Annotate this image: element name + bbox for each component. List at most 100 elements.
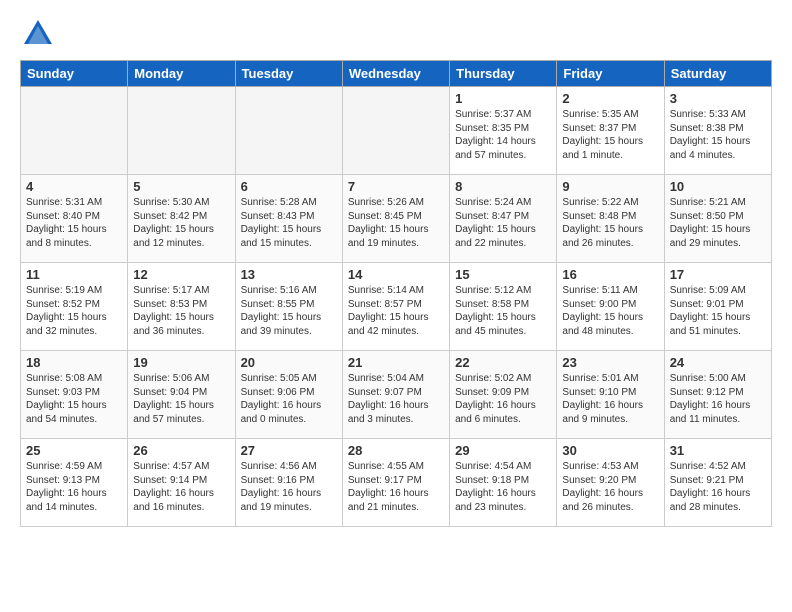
day-cell: 31 Sunrise: 4:52 AM Sunset: 9:21 PM Dayli… — [664, 439, 771, 527]
day-number: 19 — [133, 355, 229, 370]
day-info: Sunrise: 5:00 AM Sunset: 9:12 PM Dayligh… — [670, 372, 766, 426]
day-info: Sunrise: 5:16 AM Sunset: 8:55 PM Dayligh… — [241, 284, 337, 338]
weekday-header-friday: Friday — [557, 61, 664, 87]
logo-icon — [20, 16, 56, 52]
day-number: 14 — [348, 267, 444, 282]
day-cell: 4Sunrise: 5:31 AM Sunset: 8:40 PM Daylig… — [21, 175, 128, 263]
day-number: 6 — [241, 179, 337, 194]
page: SundayMondayTuesdayWednesdayThursdayFrid… — [0, 0, 792, 543]
day-cell: 1Sunrise: 5:37 AM Sunset: 8:35 PM Daylig… — [450, 87, 557, 175]
header-row: SundayMondayTuesdayWednesdayThursdayFrid… — [21, 61, 772, 87]
day-info: Sunrise: 4:57 AM Sunset: 9:14 PM Dayligh… — [133, 460, 229, 514]
day-cell: 15Sunrise: 5:12 AM Sunset: 8:58 PM Dayli… — [450, 263, 557, 351]
day-number: 4 — [26, 179, 122, 194]
day-number: 23 — [562, 355, 658, 370]
day-number: 21 — [348, 355, 444, 370]
day-number: 16 — [562, 267, 658, 282]
day-info: Sunrise: 4:55 AM Sunset: 9:17 PM Dayligh… — [348, 460, 444, 514]
day-number: 9 — [562, 179, 658, 194]
day-cell: 22Sunrise: 5:02 AM Sunset: 9:09 PM Dayli… — [450, 351, 557, 439]
day-number: 24 — [670, 355, 766, 370]
day-info: Sunrise: 5:05 AM Sunset: 9:06 PM Dayligh… — [241, 372, 337, 426]
header — [20, 16, 772, 52]
day-cell: 28 Sunrise: 4:55 AM Sunset: 9:17 PM Dayli… — [342, 439, 449, 527]
weekday-header-tuesday: Tuesday — [235, 61, 342, 87]
day-cell: 29 Sunrise: 4:54 AM Sunset: 9:18 PM Dayli… — [450, 439, 557, 527]
day-info: Sunrise: 5:35 AM Sunset: 8:37 PM Dayligh… — [562, 108, 658, 162]
day-number: 7 — [348, 179, 444, 194]
day-number: 10 — [670, 179, 766, 194]
day-number: 18 — [26, 355, 122, 370]
day-info: Sunrise: 5:09 AM Sunset: 9:01 PM Dayligh… — [670, 284, 766, 338]
weekday-header-saturday: Saturday — [664, 61, 771, 87]
day-cell: 14 Sunrise: 5:14 AM Sunset: 8:57 PM Dayli… — [342, 263, 449, 351]
day-info: Sunrise: 5:08 AM Sunset: 9:03 PM Dayligh… — [26, 372, 122, 426]
day-number: 1 — [455, 91, 551, 106]
day-cell: 23 Sunrise: 5:01 AM Sunset: 9:10 PM Dayli… — [557, 351, 664, 439]
day-cell: 13 Sunrise: 5:16 AM Sunset: 8:55 PM Dayli… — [235, 263, 342, 351]
week-row-4: 18 Sunrise: 5:08 AM Sunset: 9:03 PM Dayli… — [21, 351, 772, 439]
day-info: Sunrise: 5:04 AM Sunset: 9:07 PM Dayligh… — [348, 372, 444, 426]
day-cell: 20 Sunrise: 5:05 AM Sunset: 9:06 PM Dayli… — [235, 351, 342, 439]
day-info: Sunrise: 5:14 AM Sunset: 8:57 PM Dayligh… — [348, 284, 444, 338]
day-info: Sunrise: 5:17 AM Sunset: 8:53 PM Dayligh… — [133, 284, 229, 338]
day-number: 31 — [670, 443, 766, 458]
day-cell: 16Sunrise: 5:11 AM Sunset: 9:00 PM Dayli… — [557, 263, 664, 351]
day-cell: 12 Sunrise: 5:17 AM Sunset: 8:53 PM Dayli… — [128, 263, 235, 351]
week-row-1: 1Sunrise: 5:37 AM Sunset: 8:35 PM Daylig… — [21, 87, 772, 175]
logo — [20, 16, 60, 52]
day-cell — [128, 87, 235, 175]
day-cell: 25Sunrise: 4:59 AM Sunset: 9:13 PM Dayli… — [21, 439, 128, 527]
day-info: Sunrise: 5:26 AM Sunset: 8:45 PM Dayligh… — [348, 196, 444, 250]
day-cell: 10 Sunrise: 5:21 AM Sunset: 8:50 PM Dayli… — [664, 175, 771, 263]
day-info: Sunrise: 5:21 AM Sunset: 8:50 PM Dayligh… — [670, 196, 766, 250]
day-number: 26 — [133, 443, 229, 458]
day-cell — [235, 87, 342, 175]
calendar-table: SundayMondayTuesdayWednesdayThursdayFrid… — [20, 60, 772, 527]
day-info: Sunrise: 5:24 AM Sunset: 8:47 PM Dayligh… — [455, 196, 551, 250]
day-cell: 6 Sunrise: 5:28 AM Sunset: 8:43 PM Daylig… — [235, 175, 342, 263]
day-info: Sunrise: 4:53 AM Sunset: 9:20 PM Dayligh… — [562, 460, 658, 514]
day-cell: 21 Sunrise: 5:04 AM Sunset: 9:07 PM Dayli… — [342, 351, 449, 439]
day-info: Sunrise: 5:01 AM Sunset: 9:10 PM Dayligh… — [562, 372, 658, 426]
day-number: 17 — [670, 267, 766, 282]
day-number: 3 — [670, 91, 766, 106]
day-cell: 30 Sunrise: 4:53 AM Sunset: 9:20 PM Dayli… — [557, 439, 664, 527]
day-info: Sunrise: 5:33 AM Sunset: 8:38 PM Dayligh… — [670, 108, 766, 162]
day-cell: 18 Sunrise: 5:08 AM Sunset: 9:03 PM Dayli… — [21, 351, 128, 439]
day-cell: 3 Sunrise: 5:33 AM Sunset: 8:38 PM Daylig… — [664, 87, 771, 175]
day-cell — [21, 87, 128, 175]
day-number: 11 — [26, 267, 122, 282]
day-cell: 24 Sunrise: 5:00 AM Sunset: 9:12 PM Dayli… — [664, 351, 771, 439]
week-row-5: 25Sunrise: 4:59 AM Sunset: 9:13 PM Dayli… — [21, 439, 772, 527]
day-cell: 11 Sunrise: 5:19 AM Sunset: 8:52 PM Dayli… — [21, 263, 128, 351]
day-cell: 7 Sunrise: 5:26 AM Sunset: 8:45 PM Daylig… — [342, 175, 449, 263]
week-row-3: 11 Sunrise: 5:19 AM Sunset: 8:52 PM Dayli… — [21, 263, 772, 351]
day-number: 5 — [133, 179, 229, 194]
day-info: Sunrise: 5:02 AM Sunset: 9:09 PM Dayligh… — [455, 372, 551, 426]
day-cell: 5Sunrise: 5:30 AM Sunset: 8:42 PM Daylig… — [128, 175, 235, 263]
day-cell: 8 Sunrise: 5:24 AM Sunset: 8:47 PM Daylig… — [450, 175, 557, 263]
day-info: Sunrise: 4:54 AM Sunset: 9:18 PM Dayligh… — [455, 460, 551, 514]
day-info: Sunrise: 5:28 AM Sunset: 8:43 PM Dayligh… — [241, 196, 337, 250]
day-number: 13 — [241, 267, 337, 282]
day-number: 30 — [562, 443, 658, 458]
day-number: 20 — [241, 355, 337, 370]
day-number: 29 — [455, 443, 551, 458]
day-number: 27 — [241, 443, 337, 458]
day-number: 8 — [455, 179, 551, 194]
weekday-header-wednesday: Wednesday — [342, 61, 449, 87]
day-number: 15 — [455, 267, 551, 282]
day-info: Sunrise: 4:52 AM Sunset: 9:21 PM Dayligh… — [670, 460, 766, 514]
day-number: 12 — [133, 267, 229, 282]
day-cell: 19 Sunrise: 5:06 AM Sunset: 9:04 PM Dayli… — [128, 351, 235, 439]
day-info: Sunrise: 5:06 AM Sunset: 9:04 PM Dayligh… — [133, 372, 229, 426]
day-cell: 26 Sunrise: 4:57 AM Sunset: 9:14 PM Dayli… — [128, 439, 235, 527]
day-info: Sunrise: 5:19 AM Sunset: 8:52 PM Dayligh… — [26, 284, 122, 338]
day-cell: 27 Sunrise: 4:56 AM Sunset: 9:16 PM Dayli… — [235, 439, 342, 527]
day-number: 28 — [348, 443, 444, 458]
day-cell: 9Sunrise: 5:22 AM Sunset: 8:48 PM Daylig… — [557, 175, 664, 263]
day-info: Sunrise: 4:56 AM Sunset: 9:16 PM Dayligh… — [241, 460, 337, 514]
week-row-2: 4Sunrise: 5:31 AM Sunset: 8:40 PM Daylig… — [21, 175, 772, 263]
day-cell: 2Sunrise: 5:35 AM Sunset: 8:37 PM Daylig… — [557, 87, 664, 175]
